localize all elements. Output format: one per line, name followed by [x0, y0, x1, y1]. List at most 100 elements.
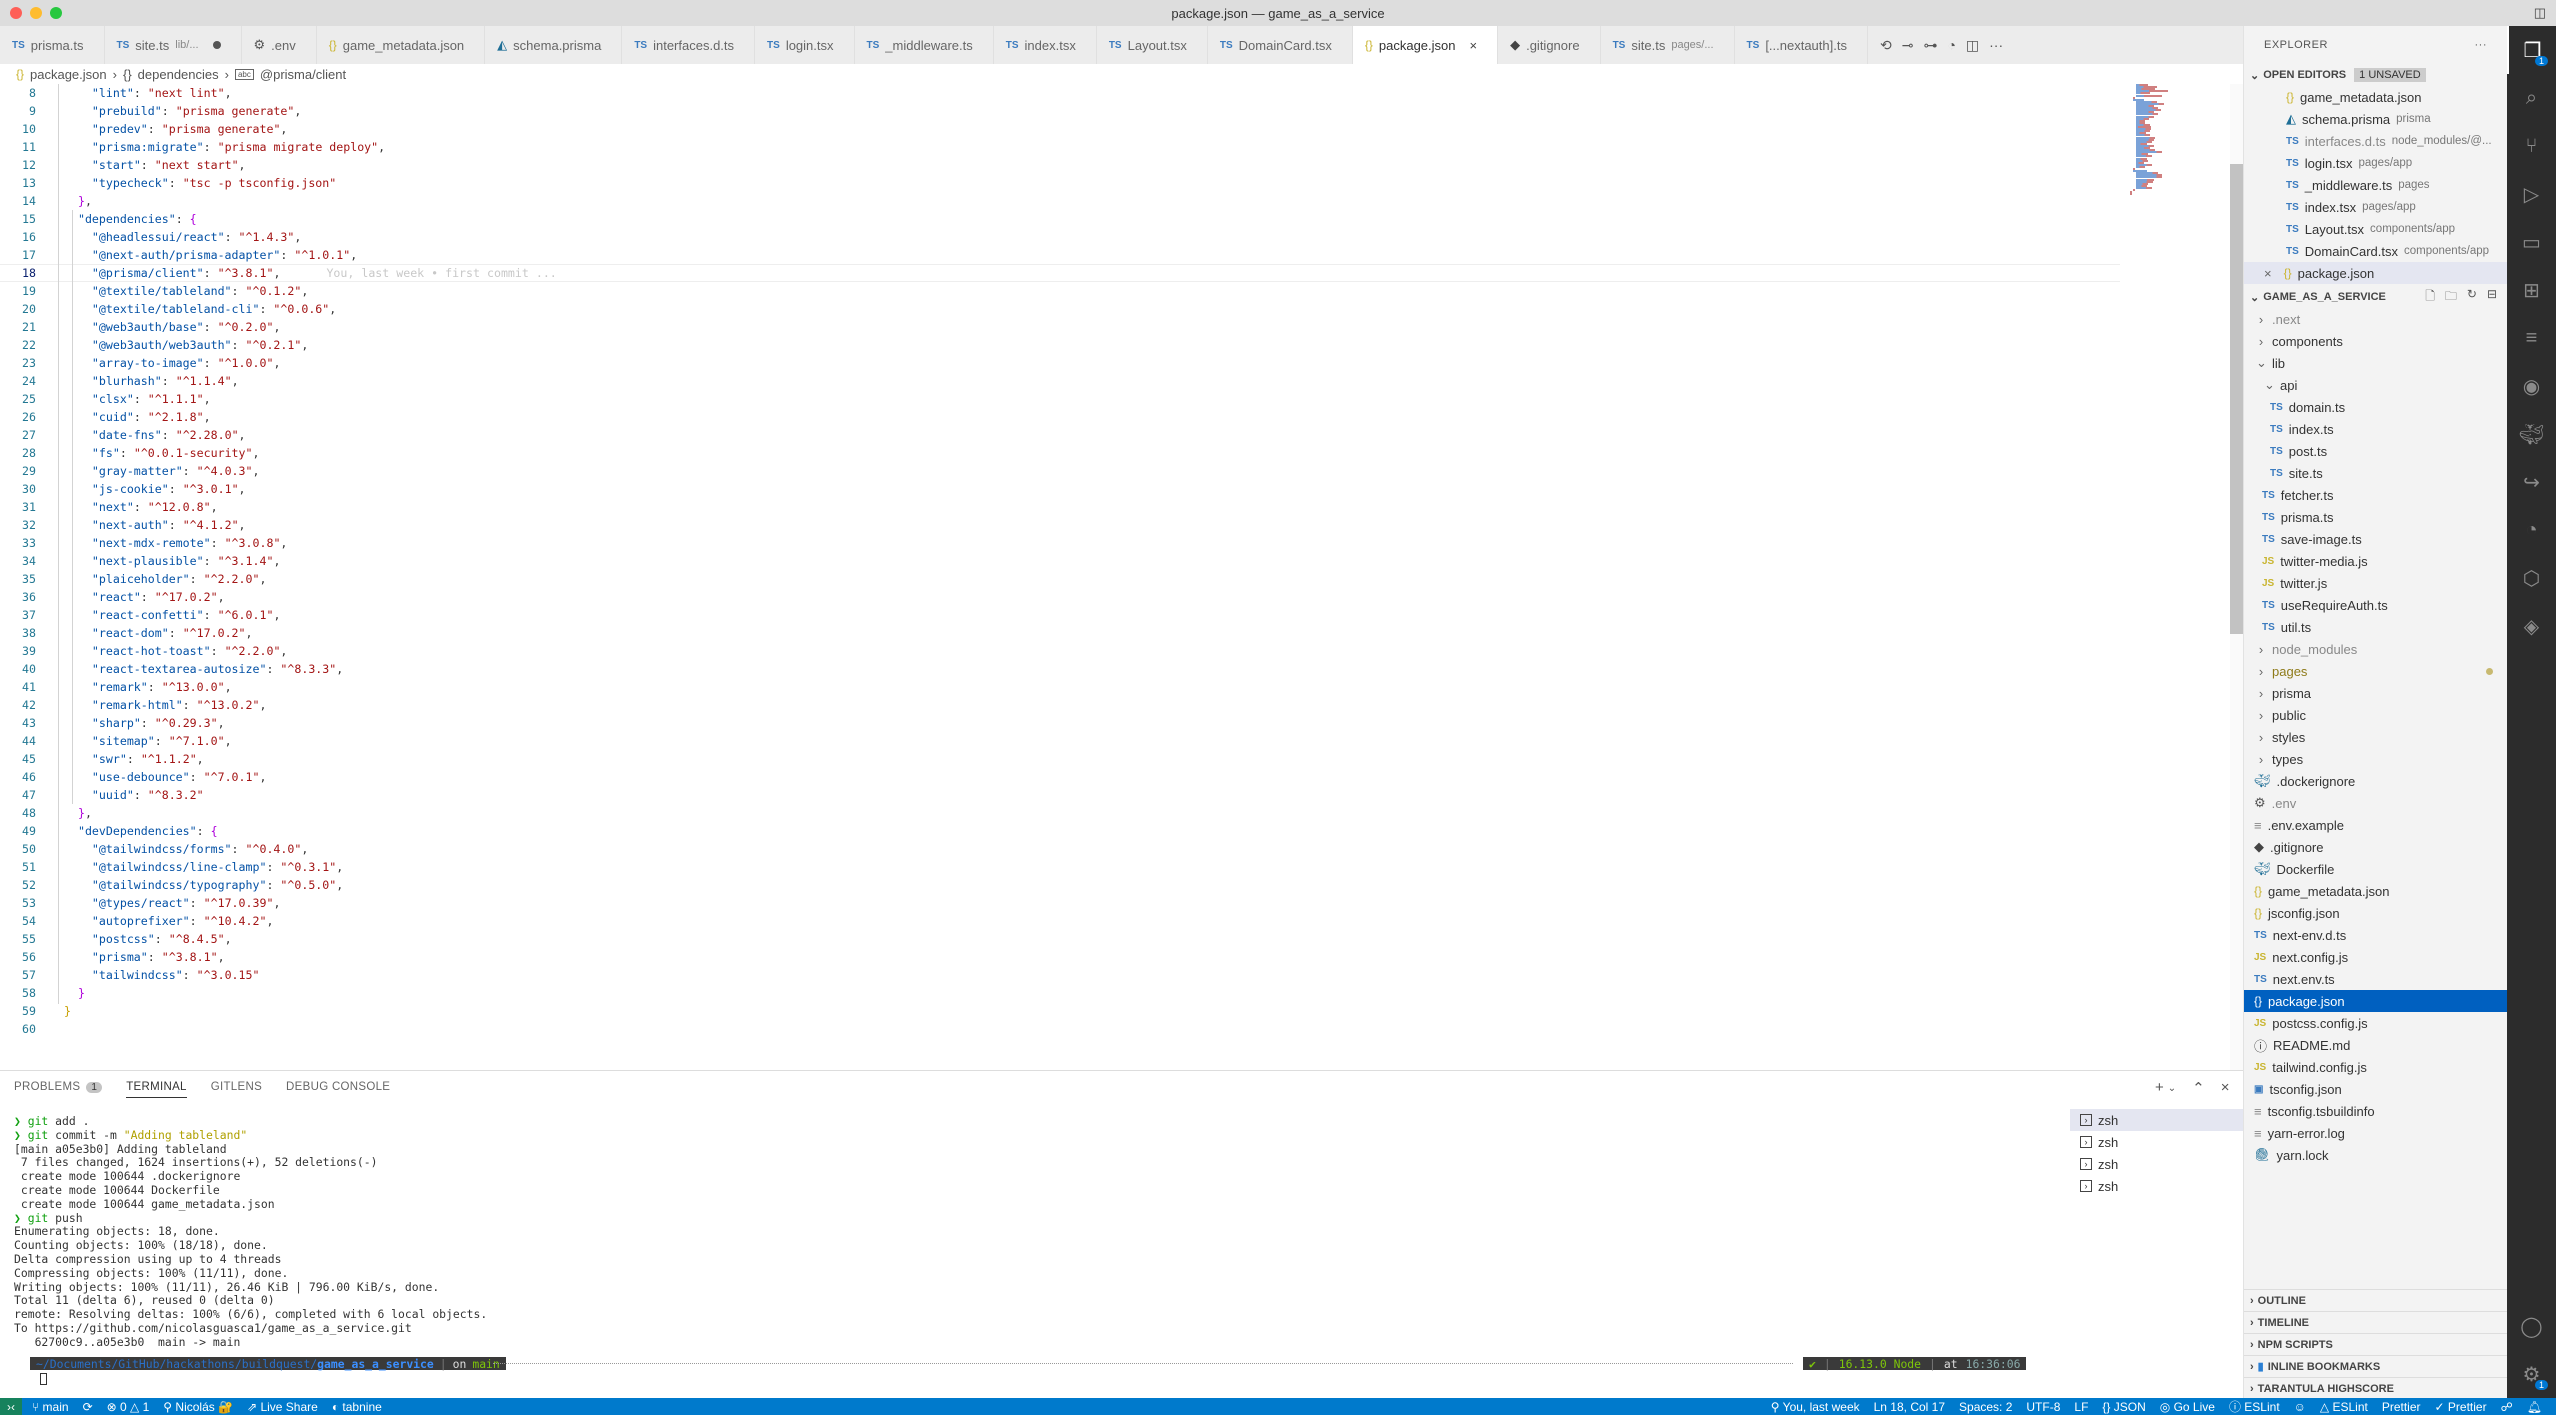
file-item[interactable]: TS fetcher.ts	[2244, 484, 2507, 506]
editor-tab[interactable]: {} package.json ×	[1352, 26, 1499, 64]
remote-explorer-icon[interactable]: ▭	[2507, 218, 2556, 266]
code-line[interactable]: 32 "next-auth": "^4.1.2",	[0, 516, 2120, 534]
sidebar-section-header[interactable]: › ▮ INLINE BOOKMARKS	[2244, 1355, 2508, 1377]
account-icon[interactable]: ◯	[2507, 1302, 2556, 1350]
file-item[interactable]: JS twitter.js	[2244, 572, 2507, 594]
code-line[interactable]: 33 "next-mdx-remote": "^3.0.8",	[0, 534, 2120, 552]
file-item[interactable]: TS util.ts	[2244, 616, 2507, 638]
code-line[interactable]: 45 "swr": "^1.1.2",	[0, 750, 2120, 768]
code-line[interactable]: 25 "clsx": "^1.1.1",	[0, 390, 2120, 408]
close-panel-icon[interactable]: ×	[2221, 1079, 2230, 1097]
eslint-info-status[interactable]: ⓘ ESLint	[2229, 1398, 2280, 1415]
remote-indicator-icon[interactable]: ›‹	[0, 1398, 22, 1415]
file-item[interactable]: TS next.env.ts	[2244, 968, 2507, 990]
code-line[interactable]: 16 "@headlessui/react": "^1.4.3",	[0, 228, 2120, 246]
indentation[interactable]: Spaces: 2	[1959, 1400, 2012, 1414]
minimap[interactable]	[2120, 84, 2230, 214]
maximize-window-button[interactable]	[50, 7, 62, 19]
code-line[interactable]: 12 "start": "next start",	[0, 156, 2120, 174]
run-debug-icon[interactable]: ▷	[2507, 170, 2556, 218]
code-line[interactable]: 18 "@prisma/client": "^3.8.1", You, last …	[0, 264, 2120, 282]
code-line[interactable]: 36 "react": "^17.0.2",	[0, 588, 2120, 606]
end-of-line[interactable]: LF	[2074, 1400, 2088, 1414]
breadcrumb-item[interactable]: @prisma/client	[260, 67, 346, 82]
editor-tab[interactable]: TS interfaces.d.ts	[622, 26, 756, 64]
refresh-icon[interactable]: ↻	[2467, 287, 2477, 308]
file-item[interactable]: ◆ .gitignore	[2244, 836, 2507, 858]
code-line[interactable]: 47 "uuid": "^8.3.2"	[0, 786, 2120, 804]
notifications-bell-icon[interactable]: 🔔︎	[2527, 1400, 2542, 1414]
chevron-down-icon[interactable]: ⌄	[2168, 1083, 2176, 1097]
code-line[interactable]: 21 "@web3auth/base": "^0.2.0",	[0, 318, 2120, 336]
next-change-icon[interactable]: ⊶	[1923, 37, 1937, 54]
menu-icon[interactable]: ≡	[2507, 314, 2556, 362]
code-line[interactable]: 39 "react-hot-toast": "^2.2.0",	[0, 642, 2120, 660]
code-line[interactable]: 9 "prebuild": "prisma generate",	[0, 102, 2120, 120]
file-item[interactable]: ⓘ README.md	[2244, 1034, 2507, 1056]
folder-item[interactable]: › node_modules	[2244, 638, 2507, 660]
code-line[interactable]: 58 }	[0, 984, 2120, 1002]
editor-tab[interactable]: TS index.tsx	[994, 26, 1097, 64]
open-editors-header[interactable]: ⌄ OPEN EDITORS 1 UNSAVED	[2244, 64, 2507, 86]
editor-tab[interactable]: TS Layout.tsx	[1097, 26, 1208, 64]
editor-tab[interactable]: ⚙ .env	[242, 26, 317, 64]
code-line[interactable]: 24 "blurhash": "^1.1.4",	[0, 372, 2120, 390]
file-item[interactable]: TS site.ts	[2244, 462, 2507, 484]
code-line[interactable]: 48 },	[0, 804, 2120, 822]
file-item[interactable]: ≡ .env.example	[2244, 814, 2507, 836]
code-line[interactable]: 52 "@tailwindcss/typography": "^0.5.0",	[0, 876, 2120, 894]
gitlens-icon[interactable]: ◔	[1947, 37, 1955, 53]
source-control-icon[interactable]: ⑂	[2507, 122, 2556, 170]
feedback-icon[interactable]: ☍	[2501, 1400, 2513, 1414]
code-line[interactable]: 34 "next-plausible": "^3.1.4",	[0, 552, 2120, 570]
minimize-window-button[interactable]	[30, 7, 42, 19]
code-line[interactable]: 14 },	[0, 192, 2120, 210]
file-item[interactable]: ≡ tsconfig.tsbuildinfo	[2244, 1100, 2507, 1122]
code-line[interactable]: 51 "@tailwindcss/line-clamp": "^0.3.1",	[0, 858, 2120, 876]
code-line[interactable]: 27 "date-fns": "^2.28.0",	[0, 426, 2120, 444]
collapse-all-icon[interactable]: ⊟	[2487, 287, 2497, 308]
open-editor-item[interactable]: TS login.tsx pages/app	[2244, 152, 2507, 174]
file-item[interactable]: TS domain.ts	[2244, 396, 2507, 418]
file-item[interactable]: {} jsconfig.json	[2244, 902, 2507, 924]
editor-tab[interactable]: TS DomainCard.tsx	[1208, 26, 1353, 64]
panel-tab[interactable]: PROBLEMS 1	[14, 1081, 103, 1098]
gitlens-icon[interactable]: ◔	[2507, 506, 2556, 554]
file-item[interactable]: TS prisma.ts	[2244, 506, 2507, 528]
file-item[interactable]: JS tailwind.config.js	[2244, 1056, 2507, 1078]
file-item[interactable]: TS index.ts	[2244, 418, 2507, 440]
terminal-instance[interactable]: › zsh	[2070, 1153, 2243, 1175]
file-item[interactable]: TS useRequireAuth.ts	[2244, 594, 2507, 616]
code-line[interactable]: 31 "next": "^12.0.8",	[0, 498, 2120, 516]
code-line[interactable]: 22 "@web3auth/web3auth": "^0.2.1",	[0, 336, 2120, 354]
code-line[interactable]: 35 "plaiceholder": "^2.2.0",	[0, 570, 2120, 588]
file-item[interactable]: ≡ yarn-error.log	[2244, 1122, 2507, 1144]
code-line[interactable]: 43 "sharp": "^0.29.3",	[0, 714, 2120, 732]
project-header[interactable]: ⌄ GAME_AS_A_SERVICE 🗋 🗀 ↻ ⊟	[2244, 286, 2507, 308]
encoding[interactable]: UTF-8	[2026, 1400, 2060, 1414]
code-line[interactable]: 19 "@textile/tableland": "^0.1.2",	[0, 282, 2120, 300]
prettier-check-status[interactable]: ✓ Prettier	[2435, 1400, 2487, 1414]
file-item[interactable]: TS next-env.d.ts	[2244, 924, 2507, 946]
editor-tab[interactable]: TS site.ts lib/...	[105, 26, 242, 64]
code-line[interactable]: 56 "prisma": "^3.8.1",	[0, 948, 2120, 966]
cursor-position[interactable]: Ln 18, Col 17	[1874, 1400, 1945, 1414]
go-live-button[interactable]: ◎ Go Live	[2160, 1400, 2215, 1414]
sidebar-section-header[interactable]: › TIMELINE	[2244, 1311, 2508, 1333]
code-editor[interactable]: 8 "lint": "next lint", 9 "prebuild": "pri…	[0, 84, 2120, 1070]
new-file-icon[interactable]: 🗋	[2425, 287, 2435, 308]
sync-icon[interactable]: ⟳	[83, 1400, 93, 1414]
code-line[interactable]: 17 "@next-auth/prisma-adapter": "^1.0.1"…	[0, 246, 2120, 264]
tableland-icon[interactable]: ⬡	[2507, 554, 2556, 602]
editor-tab[interactable]: ◆ .gitignore	[1498, 26, 1601, 64]
code-line[interactable]: 53 "@types/react": "^17.0.39",	[0, 894, 2120, 912]
file-item[interactable]: {} game_metadata.json	[2244, 880, 2507, 902]
folder-item[interactable]: › .next	[2244, 308, 2507, 330]
sidebar-section-header[interactable]: › OUTLINE	[2244, 1289, 2508, 1311]
code-line[interactable]: 11 "prisma:migrate": "prisma migrate dep…	[0, 138, 2120, 156]
folder-item[interactable]: ⌄ lib	[2244, 352, 2507, 374]
search-icon[interactable]: ⌕	[2507, 74, 2556, 122]
file-item[interactable]: JS twitter-media.js	[2244, 550, 2507, 572]
editor-tab[interactable]: TS site.ts pages/...	[1601, 26, 1735, 64]
eslint-warning-status[interactable]: △ ESLint	[2320, 1400, 2368, 1414]
